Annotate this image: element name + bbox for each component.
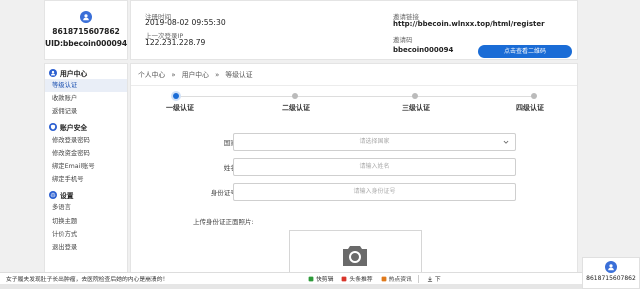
- taskbar-item-download[interactable]: 下: [427, 274, 441, 283]
- breadcrumb-item[interactable]: 个人中心: [138, 71, 165, 79]
- step-dot: [531, 93, 537, 99]
- invite-link-value[interactable]: http://bbecoin.wlnxx.top/html/register: [393, 20, 545, 28]
- taskbar-item-label: 快剪辑: [316, 277, 334, 283]
- gear-icon: [49, 190, 57, 199]
- sidebar-group-label: 设置: [60, 191, 74, 200]
- breadcrumb: 个人中心 » 用户中心 » 等级认证: [131, 64, 577, 86]
- country-row: 国家: 请选择国家: [131, 133, 577, 151]
- camera-icon: [343, 246, 367, 266]
- divider: [417, 274, 419, 283]
- id-number-input[interactable]: 请输入身份证号: [233, 183, 516, 201]
- sidebar-item-pricing[interactable]: 计价方式: [45, 228, 127, 241]
- step-label: 一级认证: [166, 104, 194, 112]
- step-label: 三级认证: [402, 104, 430, 112]
- account-info-card: 注册时间 2019-08-02 09:55:30 上一次登录IP 122.231…: [130, 0, 578, 60]
- taskbar-item-headlines[interactable]: 头条推荐: [341, 274, 373, 283]
- name-input[interactable]: 请输入姓名: [233, 158, 516, 176]
- breadcrumb-item[interactable]: 用户中心: [182, 71, 209, 79]
- taskbar-item-label: 下: [434, 277, 441, 283]
- sidebar-item-rebate-records[interactable]: 返佣记录: [45, 105, 127, 118]
- floating-user-card: 8618715607862: [582, 257, 640, 289]
- sidebar-item-logout[interactable]: 退出登录: [45, 241, 127, 254]
- sidebar-item-theme[interactable]: 切换主题: [45, 215, 127, 228]
- step-progress-line: [176, 96, 532, 97]
- view-qr-button[interactable]: 点击查看二维码: [478, 45, 572, 58]
- sidebar: 用户中心 等级认证 收款账户 返佣记录 账户安全 修改登录密码 修改资金密码 绑…: [44, 63, 128, 273]
- avatar: [605, 261, 617, 273]
- user-icon: [608, 264, 614, 271]
- news-icon: [342, 276, 347, 281]
- taskbar-item-hot-news[interactable]: 热点资讯: [381, 274, 412, 283]
- sidebar-item-payment-account[interactable]: 收款账户: [45, 92, 127, 105]
- invite-code-label: 邀请码: [393, 36, 413, 44]
- country-select[interactable]: 请选择国家: [233, 133, 516, 151]
- user-card: 8618715607862 UID:bbecoin000094: [44, 0, 128, 60]
- sidebar-item-language[interactable]: 多语言: [45, 201, 127, 214]
- register-time-value: 2019-08-02 09:55:30: [145, 18, 226, 27]
- taskbar-item-quick-edit[interactable]: 快剪辑: [308, 274, 333, 283]
- scissors-icon: [308, 276, 314, 281]
- fire-icon: [381, 276, 387, 281]
- step-label: 四级认证: [516, 104, 544, 112]
- chevron-down-icon: [503, 140, 509, 144]
- floating-user-phone: 8618715607862: [586, 275, 636, 282]
- download-icon: [427, 276, 432, 282]
- step-dot: [173, 93, 179, 99]
- taskbar-item-label: 头条推荐: [349, 277, 373, 283]
- page: { "user": { "phone": "8618715607862", "u…: [0, 0, 640, 289]
- country-placeholder: 请选择国家: [359, 138, 390, 145]
- verification-steps: 一级认证 二级认证 三级认证 四级认证: [131, 86, 577, 112]
- id-photo-upload[interactable]: [289, 230, 422, 272]
- upload-label: 上传身份证正面照片:: [193, 218, 254, 226]
- breadcrumb-separator: »: [171, 71, 176, 79]
- sidebar-item-bind-email[interactable]: 绑定Email账号: [45, 160, 127, 173]
- sidebar-group-settings[interactable]: 设置: [45, 188, 127, 201]
- sidebar-group-user-center[interactable]: 用户中心: [45, 66, 127, 79]
- horizontal-scrollbar[interactable]: [0, 284, 582, 289]
- taskbar-item-label: 热点资讯: [388, 277, 412, 283]
- avatar: [80, 11, 92, 23]
- sidebar-item-change-login-password[interactable]: 修改登录密码: [45, 134, 127, 147]
- sidebar-group-account-security[interactable]: 账户安全: [45, 121, 127, 134]
- sidebar-group-label: 账户安全: [60, 124, 88, 133]
- news-taskbar: 女子履夫发现肚子长出肿瘤，去医院检查后她的内心是崩溃的！ 快剪辑 头条推荐 热点…: [0, 272, 582, 284]
- user-icon: [49, 68, 57, 77]
- step-dot: [292, 93, 298, 99]
- user-phone: 8618715607862: [52, 27, 120, 36]
- shield-icon: [49, 123, 57, 132]
- name-row: 姓名: 请输入姓名: [131, 158, 577, 176]
- sidebar-group-label: 用户中心: [60, 69, 88, 78]
- last-login-ip-value: 122.231.228.79: [145, 38, 206, 47]
- user-icon: [83, 14, 89, 21]
- main-panel: 个人中心 » 用户中心 » 等级认证 一级认证 二级认证 三级认证 四级认证 国…: [130, 63, 578, 273]
- invite-code-value: bbecoin000094: [393, 46, 454, 54]
- step-label: 二级认证: [282, 104, 310, 112]
- sidebar-item-bind-phone[interactable]: 绑定手机号: [45, 173, 127, 186]
- breadcrumb-separator: »: [215, 71, 220, 79]
- sidebar-item-level-verify[interactable]: 等级认证: [45, 79, 127, 93]
- news-ticker[interactable]: 女子履夫发现肚子长出肿瘤，去医院检查后她的内心是崩溃的！: [0, 274, 300, 283]
- breadcrumb-item: 等级认证: [225, 71, 253, 79]
- step-dot: [412, 93, 418, 99]
- sidebar-item-change-fund-password[interactable]: 修改资金密码: [45, 147, 127, 160]
- user-uid: UID:bbecoin000094: [45, 39, 128, 48]
- id-number-row: 身份证号: 请输入身份证号: [131, 183, 577, 201]
